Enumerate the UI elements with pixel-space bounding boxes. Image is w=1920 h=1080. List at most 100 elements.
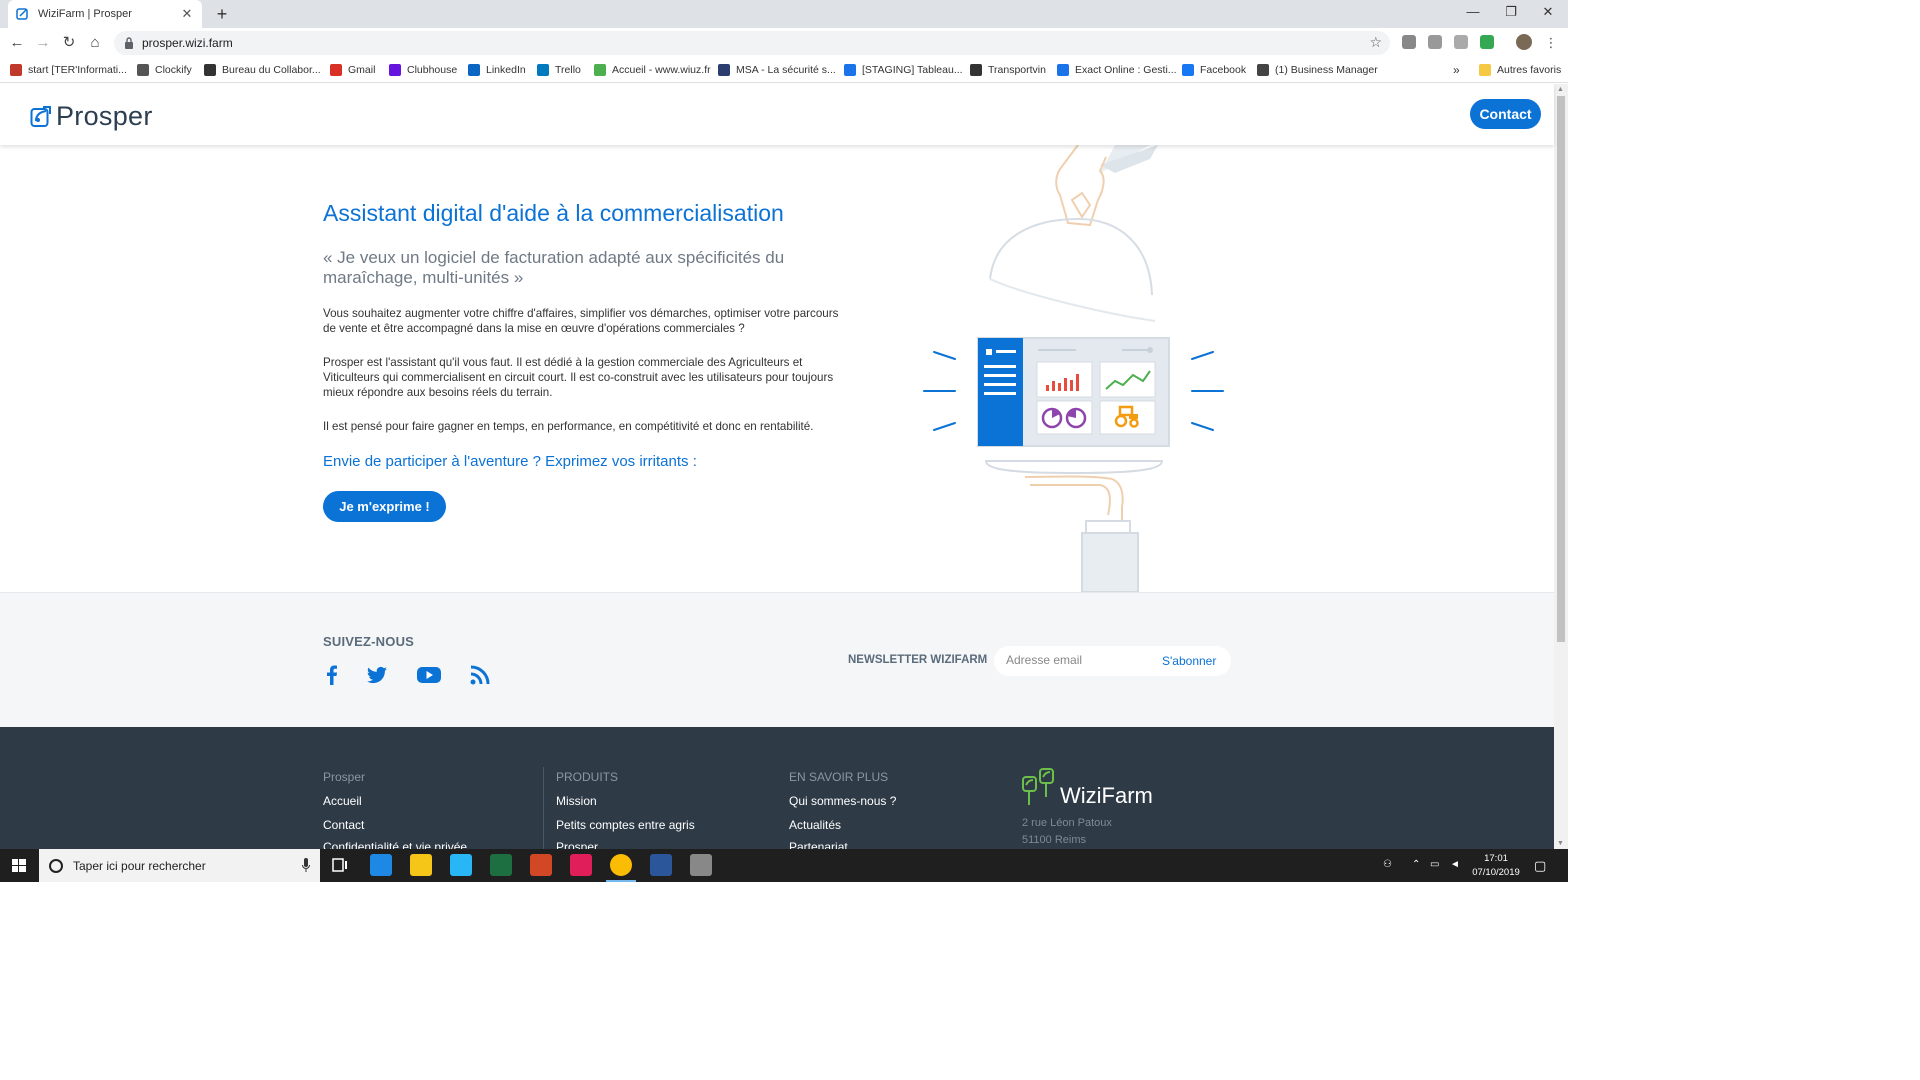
scroll-up-icon[interactable]: ▲ bbox=[1557, 86, 1564, 93]
bookmark-item[interactable]: start [TER'Informati... bbox=[10, 62, 127, 78]
taskbar-search-placeholder: Taper ici pour rechercher bbox=[73, 858, 206, 873]
bookmark-item[interactable]: [STAGING] Tableau... bbox=[844, 62, 963, 78]
wizifarm-logo[interactable]: WiziFarm bbox=[1022, 767, 1153, 807]
footer-address-line: 51100 Reims bbox=[1022, 834, 1086, 846]
prosper-logo[interactable]: Prosper bbox=[30, 101, 153, 132]
volume-icon[interactable]: ◄ bbox=[1450, 859, 1460, 870]
site-header: Prosper Contact bbox=[0, 84, 1554, 145]
minimize-button[interactable]: — bbox=[1458, 4, 1488, 19]
hero-section: Assistant digital d'aide à la commercial… bbox=[0, 145, 1554, 592]
hero-paragraph: Il est pensé pour faire gagner en temps,… bbox=[323, 420, 814, 433]
je-m-exprime-button[interactable]: Je m'exprime ! bbox=[323, 491, 446, 522]
footer-link-contact[interactable]: Contact bbox=[323, 818, 364, 832]
footer-link-petits-comptes[interactable]: Petits comptes entre agris bbox=[556, 818, 695, 832]
bookmark-item[interactable]: Gmail bbox=[330, 62, 375, 78]
footer-link-partenariat[interactable]: Partenariat bbox=[789, 840, 848, 849]
photos-icon[interactable] bbox=[690, 854, 712, 876]
email-field[interactable] bbox=[1006, 653, 1146, 667]
facebook-icon[interactable] bbox=[320, 663, 344, 687]
footer-link-mission[interactable]: Mission bbox=[556, 794, 597, 808]
bookmark-item[interactable]: Trello bbox=[537, 62, 581, 78]
lock-icon bbox=[125, 37, 133, 49]
bookmark-item[interactable]: Clockify bbox=[137, 62, 192, 78]
windows-start-icon[interactable] bbox=[0, 849, 38, 882]
tab-close-icon[interactable]: ✕ bbox=[180, 6, 194, 22]
excel-icon[interactable] bbox=[490, 854, 512, 876]
extension-icon[interactable] bbox=[1428, 35, 1442, 49]
address-bar[interactable]: prosper.wizi.farm ☆ bbox=[114, 31, 1390, 55]
browser-tab[interactable]: WiziFarm | Prosper ✕ bbox=[8, 0, 202, 28]
scrollbar-thumb[interactable] bbox=[1557, 96, 1565, 642]
bookmark-item[interactable]: Exact Online : Gesti... bbox=[1057, 62, 1177, 78]
maximize-button[interactable]: ❐ bbox=[1496, 4, 1526, 20]
bookmarks-bar: start [TER'Informati... Clockify Bureau … bbox=[0, 57, 1568, 83]
chrome-icon[interactable] bbox=[610, 854, 632, 876]
contact-button[interactable]: Contact bbox=[1470, 99, 1541, 129]
battery-icon[interactable]: ▭ bbox=[1430, 859, 1439, 870]
task-view-icon[interactable] bbox=[329, 854, 351, 876]
subscribe-button[interactable]: S'abonner bbox=[1162, 654, 1216, 668]
browser-tab-bar: WiziFarm | Prosper ✕ + — ❐ ✕ bbox=[0, 0, 1568, 28]
bookmark-icon bbox=[204, 64, 216, 76]
logo-text: Prosper bbox=[56, 101, 153, 131]
powerpoint-icon[interactable] bbox=[530, 854, 552, 876]
menu-icon[interactable]: ⋮ bbox=[1540, 32, 1562, 54]
bookmark-item[interactable]: LinkedIn bbox=[468, 62, 526, 78]
prosper-favicon-icon bbox=[16, 8, 28, 20]
footer-col-title: PRODUITS bbox=[556, 770, 619, 784]
tray-chevron-icon[interactable]: ⌃ bbox=[1412, 859, 1420, 870]
trello-icon bbox=[537, 64, 549, 76]
word-icon[interactable] bbox=[650, 854, 672, 876]
staging-icon bbox=[844, 64, 856, 76]
extension-icon[interactable] bbox=[1480, 35, 1494, 49]
bookmarks-overflow-button[interactable]: » bbox=[1453, 62, 1460, 78]
slack-icon[interactable] bbox=[570, 854, 592, 876]
windows-taskbar: Taper ici pour rechercher ⚇ ⌃ ▭ ◄ 17:01 … bbox=[0, 849, 1568, 882]
business-manager-icon bbox=[1257, 64, 1269, 76]
bookmark-item[interactable]: Transportvin bbox=[970, 62, 1046, 78]
close-window-button[interactable]: ✕ bbox=[1533, 4, 1563, 20]
bookmark-item[interactable]: Facebook bbox=[1182, 62, 1246, 78]
taskbar-clock[interactable]: 17:01 07/10/2019 bbox=[1470, 852, 1522, 880]
browser-toolbar: ← → ↻ ⌂ prosper.wizi.farm ☆ ⋮ bbox=[0, 28, 1568, 57]
youtube-icon[interactable] bbox=[416, 663, 442, 687]
notifications-icon[interactable]: ▢ bbox=[1534, 858, 1546, 874]
reload-icon[interactable]: ↻ bbox=[58, 32, 80, 54]
page-title: Assistant digital d'aide à la commercial… bbox=[323, 200, 784, 226]
bookmark-item[interactable]: (1) Business Manager bbox=[1257, 62, 1378, 78]
bookmark-item[interactable]: Clubhouse bbox=[389, 62, 457, 78]
twitter-icon[interactable] bbox=[365, 663, 389, 687]
extension-icon[interactable] bbox=[1454, 35, 1468, 49]
app-icon[interactable] bbox=[450, 854, 472, 876]
bookmark-item[interactable]: MSA - La sécurité s... bbox=[718, 62, 836, 78]
gmail-icon bbox=[330, 64, 342, 76]
other-bookmarks-folder[interactable]: Autres favoris bbox=[1479, 62, 1561, 78]
page-scrollbar[interactable]: ▲ ▼ bbox=[1554, 84, 1568, 849]
footer-link-actualites[interactable]: Actualités bbox=[789, 818, 841, 832]
extension-icon[interactable] bbox=[1402, 35, 1416, 49]
people-icon[interactable]: ⚇ bbox=[1383, 859, 1392, 870]
footer-link-accueil[interactable]: Accueil bbox=[323, 794, 362, 808]
rss-icon[interactable] bbox=[468, 663, 492, 687]
active-app-indicator bbox=[606, 880, 636, 882]
bookmark-star-icon[interactable]: ☆ bbox=[1369, 34, 1382, 51]
file-explorer-icon[interactable] bbox=[410, 854, 432, 876]
microphone-icon[interactable] bbox=[302, 858, 310, 872]
new-tab-button[interactable]: + bbox=[212, 4, 232, 24]
site-footer: Prosper Accueil Contact Confidentialité … bbox=[0, 727, 1554, 849]
forward-icon[interactable]: → bbox=[32, 32, 54, 54]
edge-icon[interactable] bbox=[370, 854, 392, 876]
taskbar-search-input[interactable]: Taper ici pour rechercher bbox=[39, 849, 320, 882]
transportvin-icon bbox=[970, 64, 982, 76]
bookmark-item[interactable]: Bureau du Collabor... bbox=[204, 62, 321, 78]
profile-avatar[interactable] bbox=[1516, 34, 1532, 50]
linkedin-icon bbox=[468, 64, 480, 76]
footer-link-prosper[interactable]: Prosper bbox=[556, 840, 598, 849]
home-icon[interactable]: ⌂ bbox=[84, 32, 106, 54]
bookmark-item[interactable]: Accueil - www.wiuz.fr bbox=[594, 62, 711, 78]
footer-link-privacy[interactable]: Confidentialité et vie privée bbox=[323, 840, 467, 849]
scroll-down-icon[interactable]: ▼ bbox=[1557, 840, 1564, 847]
footer-col-title: EN SAVOIR PLUS bbox=[789, 770, 889, 784]
footer-link-qui-sommes-nous[interactable]: Qui sommes-nous ? bbox=[789, 794, 896, 808]
back-icon[interactable]: ← bbox=[6, 32, 28, 54]
